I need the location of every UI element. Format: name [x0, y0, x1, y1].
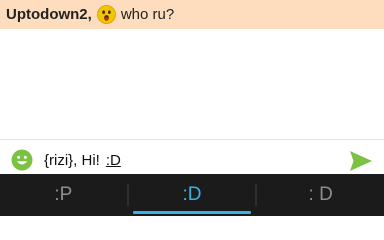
message-text: who ru?	[120, 6, 175, 23]
chat-screen: Uptodown2, who ru? {rizi}, Hi! :D :P :D	[0, 0, 384, 216]
suggestion-1[interactable]: :P	[0, 174, 127, 216]
suggestion-3[interactable]: : D	[257, 174, 384, 216]
send-arrow-icon[interactable]	[349, 150, 373, 172]
message-sender: Uptodown2,	[6, 6, 92, 23]
smiley-face-icon[interactable]	[11, 149, 33, 171]
message-input[interactable]: {rizi}, Hi! :D	[44, 150, 334, 172]
chat-area[interactable]	[0, 29, 384, 139]
suggestion-2-active[interactable]: :D	[129, 174, 256, 216]
incoming-message: Uptodown2, who ru?	[0, 0, 384, 29]
message-input-row: {rizi}, Hi! :D	[0, 140, 384, 174]
input-text: {rizi}, Hi!	[44, 152, 100, 169]
keyboard-suggestion-strip: :P :D : D	[0, 174, 384, 216]
shocked-face-icon	[96, 5, 116, 24]
composing-emoticon: :D	[105, 152, 121, 169]
